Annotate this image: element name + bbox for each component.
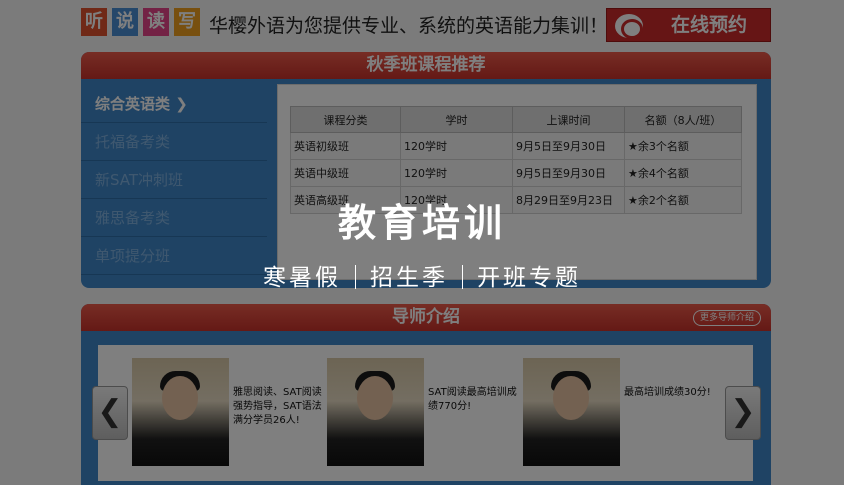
subtitle-divider	[462, 265, 463, 289]
overlay-subtitle: 寒暑假 招生季 开班专题	[0, 258, 844, 292]
subtitle-part: 招生季	[370, 265, 448, 291]
subtitle-divider	[355, 265, 356, 289]
subtitle-part: 寒暑假	[263, 265, 341, 291]
overlay-title: 教育培训	[337, 201, 506, 245]
page: 听 说 读 写 华樱外语为您提供专业、系统的英语能力集训！ 在线预约 秋季班课程…	[0, 0, 844, 485]
subtitle-part: 开班专题	[477, 265, 581, 291]
